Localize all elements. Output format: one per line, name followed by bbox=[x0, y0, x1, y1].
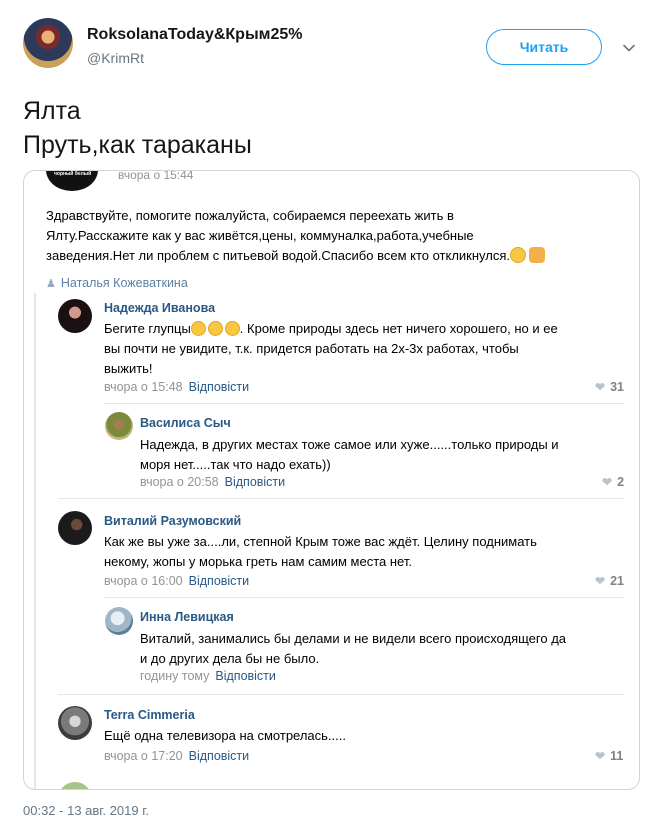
comment-text-line: Надежда, в других местах тоже самое или … bbox=[140, 437, 559, 452]
comment-avatar[interactable] bbox=[58, 782, 92, 789]
comment-author-name[interactable]: Инна Левицкая bbox=[140, 610, 234, 624]
comment-text: Надежда, в других местах тоже самое или … bbox=[140, 435, 630, 475]
like-count: 11 bbox=[610, 749, 624, 763]
comment-avatar[interactable] bbox=[105, 412, 133, 440]
like-button[interactable]: ❤ 21 bbox=[595, 574, 624, 588]
reply-link[interactable]: Відповісти bbox=[189, 380, 250, 394]
comment-text-line: Виталий, занимались бы делами и не видел… bbox=[140, 631, 567, 646]
like-count: 31 bbox=[610, 380, 624, 394]
thread-line bbox=[34, 293, 36, 789]
comment-meta: годину тому Відповісти bbox=[140, 669, 276, 683]
divider bbox=[104, 597, 624, 598]
comment-time: годину тому bbox=[140, 669, 210, 683]
tweet-text: Ялта Пруть,как тараканы bbox=[23, 94, 252, 162]
heart-icon: ❤ bbox=[595, 380, 606, 394]
follow-button[interactable]: Читать bbox=[486, 29, 602, 65]
heart-icon: ❤ bbox=[595, 574, 606, 588]
comment-meta: вчора о 20:58 Відповісти bbox=[140, 475, 285, 489]
like-count: 2 bbox=[617, 475, 625, 489]
comment-text-line: вы почти не увидите, т.к. придется работ… bbox=[104, 341, 519, 356]
laughing-emoji-icon bbox=[224, 321, 240, 336]
post-author: ♟ Наталья Кожеваткина bbox=[46, 276, 188, 290]
tweet-text-line-2: Пруть,как тараканы bbox=[23, 131, 252, 159]
display-name[interactable]: RoksolanaToday&Крым25% bbox=[87, 26, 302, 44]
comment-text-line: некому, жопы у морька греть нам самим ме… bbox=[104, 554, 412, 569]
comment-meta: вчора о 15:48 Відповісти bbox=[104, 380, 249, 394]
comment-author-name[interactable]: Надежда Иванова bbox=[104, 301, 215, 315]
heart-icon: ❤ bbox=[595, 749, 606, 763]
comment-avatar[interactable] bbox=[105, 607, 133, 635]
comment-avatar[interactable] bbox=[58, 706, 92, 740]
comment-text-line: . Кроме природы здесь нет ничего хорошег… bbox=[239, 321, 558, 336]
comment-text-line: выжить! bbox=[104, 361, 153, 376]
user-handle[interactable]: @KrimRt bbox=[87, 50, 144, 66]
laughing-emoji-icon bbox=[190, 321, 206, 336]
comment-text: Как же вы уже за....ли, степной Крым тож… bbox=[104, 532, 634, 572]
smile-emoji-icon bbox=[510, 247, 526, 263]
comment-text-line: моря нет.....так что надо ехать)) bbox=[140, 457, 331, 472]
comment-meta: вчора о 17:20 Відповісти bbox=[104, 749, 249, 763]
divider bbox=[58, 498, 624, 499]
person-icon: ♟ bbox=[46, 278, 56, 290]
comment-time: вчора о 15:48 bbox=[104, 380, 183, 394]
comment-text-line: Ещё одна телевизора на смотрелась..... bbox=[104, 728, 346, 743]
comment-time: вчора о 17:20 bbox=[104, 749, 183, 763]
like-count: 21 bbox=[610, 574, 624, 588]
divider bbox=[104, 403, 624, 404]
comment-author-name[interactable]: Terra Cimmeria bbox=[104, 708, 195, 722]
comment-text-line: и до других дела бы не было. bbox=[140, 651, 320, 666]
tweet-text-line-1: Ялта bbox=[23, 97, 81, 125]
comment-meta: вчора о 16:00 Відповісти bbox=[104, 574, 249, 588]
comment-author-name[interactable]: Виталий Разумовский bbox=[104, 514, 241, 528]
post-time: вчора о 15:44 bbox=[118, 170, 194, 182]
post-author-name: Наталья Кожеваткина bbox=[60, 276, 188, 290]
reply-link[interactable]: Відповісти bbox=[189, 574, 250, 588]
post-text-line-2: Ялту.Расскажите как у вас живётся,цены, … bbox=[46, 228, 474, 243]
comment-avatar[interactable] bbox=[58, 511, 92, 545]
comment-author-name[interactable]: Василиса Сыч bbox=[140, 416, 231, 430]
tweet-timestamp[interactable]: 00:32 - 13 авг. 2019 г. bbox=[23, 803, 149, 818]
divider bbox=[58, 694, 624, 695]
comment-text-line: Как же вы уже за....ли, степной Крым тож… bbox=[104, 534, 537, 549]
like-button[interactable]: ❤ 31 bbox=[595, 380, 624, 394]
comment-time: вчора о 20:58 bbox=[140, 475, 219, 489]
comment-text: Виталий, занимались бы делами и не видел… bbox=[140, 629, 630, 669]
post-text-line-3: заведения.Нет ли проблем с питьевой водо… bbox=[46, 248, 510, 263]
reply-link[interactable]: Відповісти bbox=[215, 669, 276, 683]
reply-link[interactable]: Відповісти bbox=[225, 475, 286, 489]
laughing-emoji-icon bbox=[207, 321, 223, 336]
post-text-line-1: Здравствуйте, помогите пожалуйста, собир… bbox=[46, 208, 454, 223]
comment-time: вчора о 16:00 bbox=[104, 574, 183, 588]
comment-text-line: Бегите глупцы bbox=[104, 321, 191, 336]
embedded-image[interactable]: чорный белый вчора о 15:44 Здравствуйте,… bbox=[23, 170, 640, 790]
comment-text: Ещё одна телевизора на смотрелась..... bbox=[104, 726, 634, 746]
community-logo: чорный белый bbox=[46, 171, 98, 191]
heart-icon: ❤ bbox=[602, 475, 613, 489]
like-button[interactable]: ❤ 11 bbox=[595, 749, 623, 763]
comment-text: Бегите глупцы . Кроме природы здесь нет н… bbox=[104, 319, 634, 379]
reply-link[interactable]: Відповісти bbox=[189, 749, 250, 763]
post-text: Здравствуйте, помогите пожалуйста, собир… bbox=[46, 206, 626, 266]
comment-avatar[interactable] bbox=[58, 299, 92, 333]
chevron-down-icon[interactable] bbox=[621, 40, 637, 56]
avatar[interactable] bbox=[23, 18, 73, 68]
pray-emoji-icon bbox=[529, 247, 545, 263]
like-button[interactable]: ❤ 2 bbox=[602, 475, 624, 489]
